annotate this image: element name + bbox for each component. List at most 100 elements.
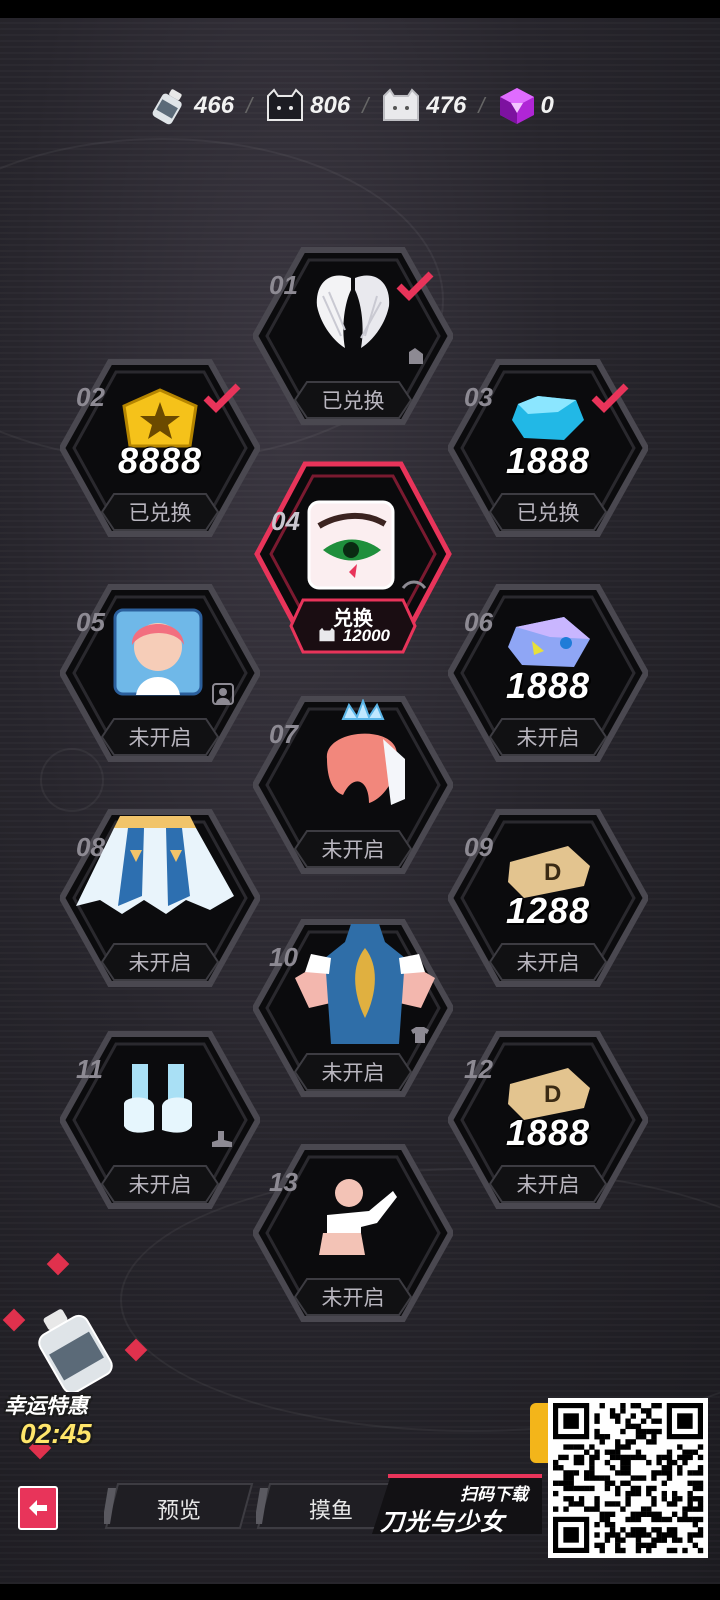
currency-value: 466 <box>194 92 235 119</box>
tile-number: 03 <box>464 382 493 412</box>
promo-title: 幸运特惠 <box>4 1395 88 1418</box>
exchange-button[interactable]: 兑换 12000 <box>289 598 417 654</box>
status-button[interactable]: 已兑换 <box>488 492 608 532</box>
back-button[interactable] <box>18 1486 58 1530</box>
tile-number: 02 <box>76 382 105 412</box>
avatar-type-icon <box>212 683 234 705</box>
status-button[interactable]: 已兑换 <box>100 492 220 532</box>
eye-type-icon <box>401 580 427 589</box>
status-label: 未开启 <box>321 1287 385 1310</box>
currency-value: 476 <box>426 92 467 119</box>
svg-text:D: D <box>544 1081 561 1108</box>
blue-shoes-icon <box>124 1064 192 1133</box>
arrow-left-icon <box>29 1500 47 1516</box>
angel-wings-icon <box>316 275 390 348</box>
download-banner[interactable]: 扫码下载 刀光与少女 <box>372 1474 542 1538</box>
blue-gem-icon <box>512 396 584 440</box>
status-label: 未开启 <box>128 952 192 975</box>
status-button[interactable]: 未开启 <box>293 1052 413 1092</box>
blue-skirt-icon <box>76 816 234 914</box>
status-label: 已兑换 <box>516 502 580 525</box>
claimed-check-icon <box>203 383 241 413</box>
reward-tile-06[interactable]: 06 1888 未开启 <box>448 583 648 763</box>
claimed-check-icon <box>591 383 629 413</box>
currency-white-cat[interactable]: 476 <box>380 88 466 124</box>
tile-number: 11 <box>76 1054 103 1084</box>
separator: / <box>246 93 253 118</box>
reward-tile-10[interactable]: 10 未开启 <box>253 918 453 1098</box>
decor-diamond <box>124 1338 148 1362</box>
reward-tile-01[interactable]: 01 已兑换 <box>253 246 453 426</box>
status-button[interactable]: 未开启 <box>293 829 413 869</box>
tile-number: 12 <box>464 1054 493 1084</box>
currency-value: 806 <box>310 92 351 119</box>
qr-code <box>548 1398 708 1558</box>
promo-timer: 02:45 <box>20 1418 92 1449</box>
status-button[interactable]: 已兑换 <box>293 380 413 420</box>
reward-tile-07[interactable]: 07 未开启 <box>253 695 453 875</box>
claimed-check-icon <box>396 271 434 301</box>
lucky-deal-promo[interactable]: 幸运特惠 02:45 <box>0 1252 150 1468</box>
tile-number: 07 <box>269 719 298 749</box>
purple-cube-icon <box>499 88 534 124</box>
status-label: 已兑换 <box>321 390 385 413</box>
reward-tile-08[interactable]: 08 未开启 <box>60 808 260 988</box>
eye-makeup-icon <box>307 500 395 590</box>
status-label: 未开启 <box>321 839 385 862</box>
pose-action-icon <box>319 1179 397 1255</box>
status-button[interactable]: 未开启 <box>293 1277 413 1317</box>
reward-tile-03[interactable]: 03 1888 已兑换 <box>448 358 648 538</box>
reward-tile-05[interactable]: 05 未开启 <box>60 583 260 763</box>
reward-tile-04-active[interactable]: 04 兑换 12000 <box>253 458 453 678</box>
status-label: 已兑换 <box>128 502 192 525</box>
reward-tile-09[interactable]: 09 D 1288 未开启 <box>448 808 648 988</box>
bottle-icon <box>38 1309 113 1392</box>
game-title: 刀光与少女 <box>380 1509 505 1536</box>
currency-purple-cube[interactable]: 0 <box>497 86 554 126</box>
game-screen: 466 / 806 / 476 / 0 01 已兑换 02 8888 已兑换 0… <box>0 18 720 1584</box>
side-tab[interactable] <box>530 1403 548 1463</box>
crystal-ticket-icon <box>508 617 590 667</box>
reward-tile-13[interactable]: 13 未开启 <box>253 1143 453 1323</box>
reward-amount: 1888 <box>505 665 591 706</box>
status-button[interactable]: 未开启 <box>100 1164 220 1204</box>
exchange-cost: 12000 <box>289 626 417 646</box>
tile-number: 06 <box>464 607 493 637</box>
tile-number: 09 <box>464 832 493 862</box>
svg-text:D: D <box>544 859 561 886</box>
avatar-portrait-icon <box>113 608 203 696</box>
cost-value: 12000 <box>342 626 390 645</box>
reward-tile-12[interactable]: 12 D 1888 未开启 <box>448 1030 648 1210</box>
separator: / <box>478 93 485 118</box>
status-label: 未开启 <box>516 1174 580 1197</box>
bottle-icon <box>152 89 182 125</box>
status-button[interactable]: 未开启 <box>488 717 608 757</box>
currency-bar: 466 / 806 / 476 / 0 <box>150 86 554 126</box>
status-button[interactable]: 未开启 <box>100 717 220 757</box>
reward-amount: 1288 <box>505 890 591 931</box>
reward-tile-02[interactable]: 02 8888 已兑换 <box>60 358 260 538</box>
black-cat-token-icon <box>267 88 304 121</box>
currency-value: 0 <box>540 92 554 119</box>
status-label: 未开启 <box>516 952 580 975</box>
tile-number: 04 <box>271 506 300 536</box>
currency-black-cat[interactable]: 806 <box>264 88 350 124</box>
preview-label: 预览 <box>156 1498 201 1523</box>
status-label: 未开启 <box>516 727 580 750</box>
tile-number: 05 <box>76 607 105 637</box>
preview-button[interactable]: 预览 <box>104 1482 254 1530</box>
accessory-type-icon <box>409 348 423 364</box>
pink-hair-crown-icon <box>326 699 405 805</box>
status-label: 未开启 <box>321 1062 385 1085</box>
status-button[interactable]: 未开启 <box>488 942 608 982</box>
status-button[interactable]: 未开启 <box>488 1164 608 1204</box>
currency-bottle[interactable]: 466 <box>150 86 234 126</box>
reward-tile-11[interactable]: 11 未开启 <box>60 1030 260 1210</box>
reward-amount: 8888 <box>117 440 203 481</box>
white-cat-token-icon <box>383 88 420 121</box>
tile-number: 13 <box>269 1167 298 1197</box>
white-cat-token-icon <box>319 627 335 642</box>
tile-number: 01 <box>269 270 298 300</box>
status-button[interactable]: 未开启 <box>100 942 220 982</box>
reward-amount: 1888 <box>505 440 591 481</box>
